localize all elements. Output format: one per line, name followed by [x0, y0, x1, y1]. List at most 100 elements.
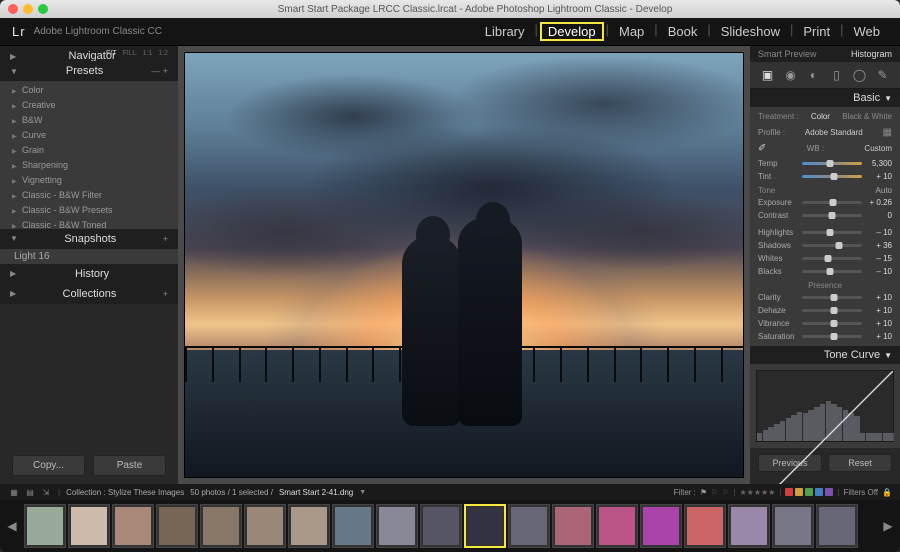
snapshots-header[interactable]: ▼ Snapshots +	[0, 229, 178, 249]
filter-lock-icon[interactable]: 🔒	[882, 488, 892, 497]
preset-group[interactable]: Creative	[0, 98, 178, 113]
redeye-tool-icon[interactable]: ◐	[805, 66, 823, 84]
filmstrip-thumbnail[interactable]	[376, 504, 418, 548]
filmstrip-thumbnail[interactable]	[112, 504, 154, 548]
slider-value[interactable]: + 0.26	[866, 198, 892, 207]
spot-tool-icon[interactable]: ◉	[782, 66, 800, 84]
filmstrip-thumbnail[interactable]	[156, 504, 198, 548]
paste-button[interactable]: Paste	[93, 455, 166, 476]
slider-thumb[interactable]	[829, 212, 836, 219]
slider-track[interactable]	[802, 214, 862, 217]
slider-highlights[interactable]: Highlights– 10	[758, 226, 892, 239]
filmstrip-thumbnail[interactable]	[244, 504, 286, 548]
slider-thumb[interactable]	[826, 268, 833, 275]
tone-curve-graph[interactable]	[756, 370, 894, 442]
preset-group[interactable]: Classic - B&W Toned	[0, 218, 178, 229]
histogram-label[interactable]: Histogram	[851, 49, 892, 59]
filmstrip-next-icon[interactable]: ▶	[880, 519, 896, 533]
minimize-window-button[interactable]	[23, 4, 33, 14]
slider-thumb[interactable]	[831, 307, 838, 314]
filter-color-chip[interactable]	[805, 488, 813, 496]
filmstrip-thumbnail[interactable]	[508, 504, 550, 548]
module-library[interactable]: Library	[477, 22, 533, 41]
compare-view-icon[interactable]: ▤	[24, 487, 36, 497]
gradient-tool-icon[interactable]: ▯	[828, 66, 846, 84]
resize-icon[interactable]: ⇲	[40, 487, 52, 497]
slider-saturation[interactable]: Saturation+ 10	[758, 330, 892, 343]
slider-value[interactable]: – 10	[866, 267, 892, 276]
flag-picked-icon[interactable]: ⚑	[700, 488, 707, 497]
tone-auto-button[interactable]: Auto	[876, 186, 892, 195]
copy-button[interactable]: Copy...	[12, 455, 85, 476]
preset-group[interactable]: Grain	[0, 143, 178, 158]
flag-rejected-icon[interactable]: ⚐	[722, 488, 729, 497]
filter-color-chip[interactable]	[815, 488, 823, 496]
treatment-bw[interactable]: Black & White	[842, 112, 892, 121]
slider-blacks[interactable]: Blacks– 10	[758, 265, 892, 278]
close-window-button[interactable]	[8, 4, 18, 14]
module-slideshow[interactable]: Slideshow	[713, 22, 788, 41]
filmstrip-thumbnail[interactable]	[552, 504, 594, 548]
preset-group[interactable]: Vignetting	[0, 173, 178, 188]
wb-value[interactable]: Custom	[864, 144, 892, 153]
snapshot-item[interactable]: Light 16	[0, 249, 178, 264]
crop-tool-icon[interactable]: ▣	[759, 66, 777, 84]
zoom-window-button[interactable]	[38, 4, 48, 14]
slider-thumb[interactable]	[825, 255, 832, 262]
slider-track[interactable]	[802, 322, 862, 325]
slider-value[interactable]: + 10	[866, 306, 892, 315]
preset-group[interactable]: Curve	[0, 128, 178, 143]
filmstrip-thumbnail[interactable]	[420, 504, 462, 548]
slider-track[interactable]	[802, 244, 862, 247]
collection-path[interactable]: Collection : Stylize These Images	[66, 488, 184, 497]
filmstrip-thumbnail[interactable]	[464, 504, 506, 548]
filmstrip-thumbnail[interactable]	[24, 504, 66, 548]
slider-vibrance[interactable]: Vibrance+ 10	[758, 317, 892, 330]
slider-track[interactable]	[802, 201, 862, 204]
rating-stars[interactable]: ★★★★★	[739, 488, 775, 497]
slider-thumb[interactable]	[830, 199, 837, 206]
slider-track[interactable]	[802, 231, 862, 234]
nav-zoom-fit[interactable]: FIT	[106, 50, 117, 57]
slider-track[interactable]	[802, 270, 862, 273]
slider-thumb[interactable]	[831, 294, 838, 301]
grid-view-icon[interactable]: ▦	[8, 487, 20, 497]
treatment-color[interactable]: Color	[811, 112, 830, 121]
radial-tool-icon[interactable]: ◯	[851, 66, 869, 84]
tone-curve-header[interactable]: Tone Curve ▼	[750, 346, 900, 364]
slider-value[interactable]: + 10	[866, 332, 892, 341]
filmstrip-thumbnail[interactable]	[596, 504, 638, 548]
brush-tool-icon[interactable]: ✎	[874, 66, 892, 84]
preset-group[interactable]: Sharpening	[0, 158, 178, 173]
photo-preview[interactable]	[184, 52, 744, 478]
presets-header[interactable]: ▼ Presets — +	[0, 61, 178, 81]
nav-zoom-fill[interactable]: FILL	[123, 50, 137, 57]
filter-color-chip[interactable]	[795, 488, 803, 496]
nav-zoom-1-1[interactable]: 1:1	[143, 50, 153, 57]
filmstrip-thumbnail[interactable]	[200, 504, 242, 548]
slider-value[interactable]: + 36	[866, 241, 892, 250]
profile-browser-icon[interactable]: ▦	[883, 127, 892, 138]
preset-group[interactable]: Color	[0, 83, 178, 98]
slider-value[interactable]: + 10	[866, 319, 892, 328]
collections-header[interactable]: ▶ Collections +	[0, 284, 178, 304]
slider-track[interactable]	[802, 257, 862, 260]
filmstrip-thumbnail[interactable]	[68, 504, 110, 548]
slider-value[interactable]: – 10	[866, 228, 892, 237]
slider-contrast[interactable]: Contrast0	[758, 209, 892, 222]
preset-group[interactable]: B&W	[0, 113, 178, 128]
slider-thumb[interactable]	[831, 173, 838, 180]
module-print[interactable]: Print	[795, 22, 838, 41]
slider-track[interactable]	[802, 296, 862, 299]
slider-whites[interactable]: Whites– 15	[758, 252, 892, 265]
slider-value[interactable]: 5,300	[866, 159, 892, 168]
slider-value[interactable]: + 10	[866, 293, 892, 302]
module-develop[interactable]: Develop	[540, 22, 604, 41]
slider-thumb[interactable]	[826, 229, 833, 236]
filmstrip-thumbnail[interactable]	[684, 504, 726, 548]
eyedropper-icon[interactable]: ✐	[758, 143, 766, 154]
slider-tint[interactable]: Tint+ 10	[758, 170, 892, 183]
module-book[interactable]: Book	[660, 22, 706, 41]
slider-thumb[interactable]	[826, 160, 833, 167]
filter-color-chip[interactable]	[785, 488, 793, 496]
